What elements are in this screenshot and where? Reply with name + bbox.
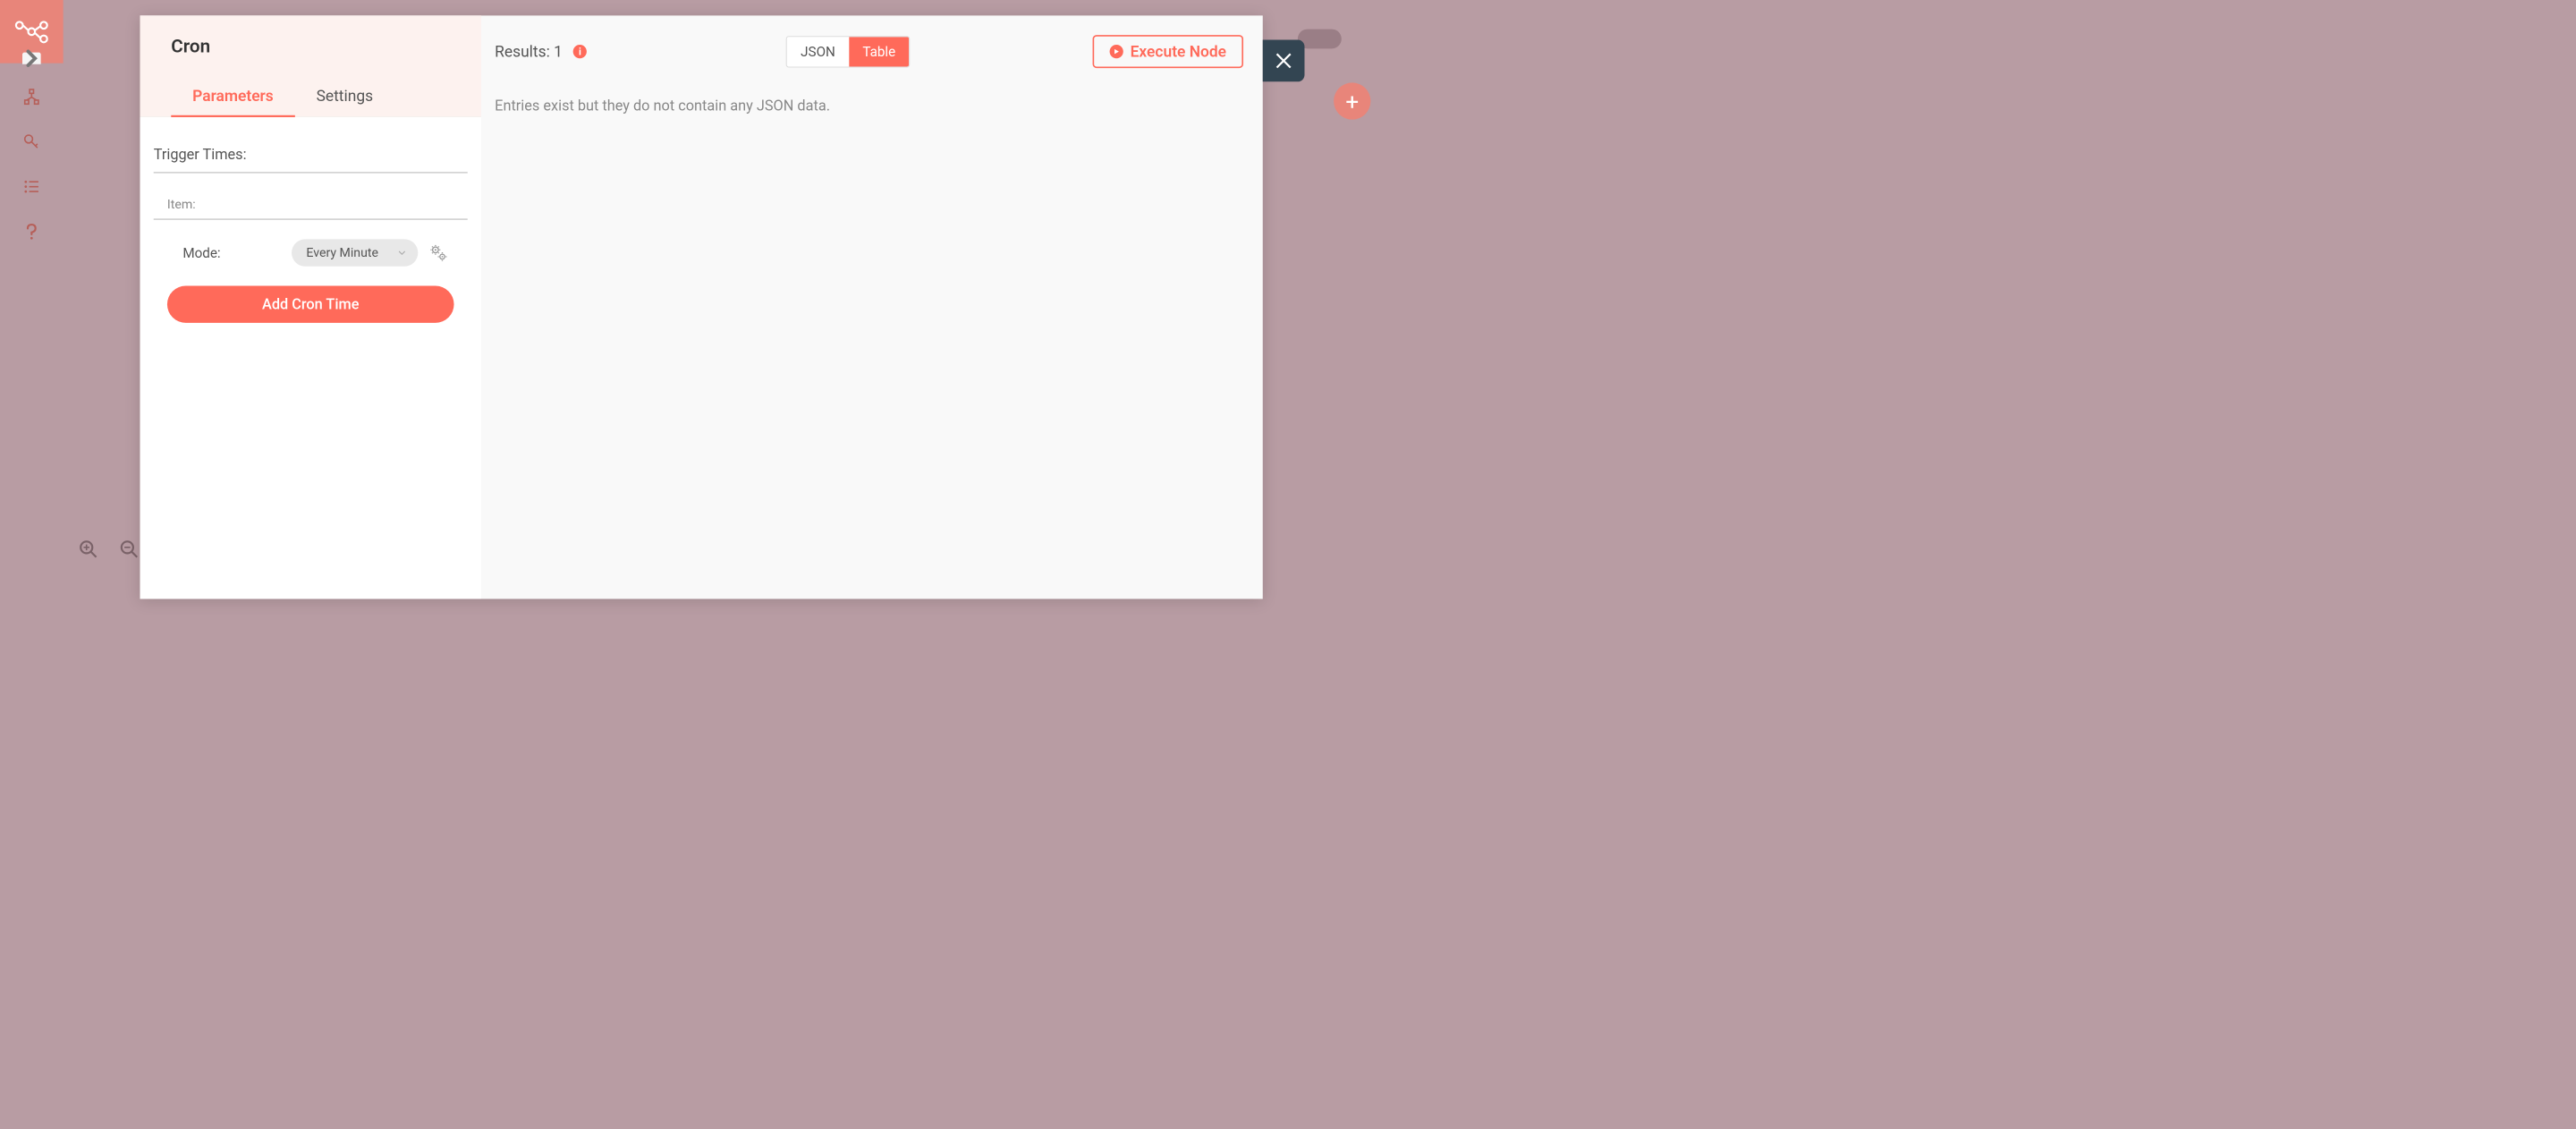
results-info-icon[interactable]: i [573,45,587,58]
sidebar-collapse-toggle[interactable] [22,53,41,64]
mode-field-row: Mode: Every Minute [154,220,468,286]
list-icon [23,178,41,196]
plus-icon: + [1345,88,1359,115]
results-panel: Results: 1 i JSON Table [481,15,1263,598]
results-header: Results: 1 i JSON Table [495,35,1243,68]
tab-settings-label: Settings [317,87,373,106]
tab-parameters[interactable]: Parameters [171,79,294,116]
view-json-button[interactable]: JSON [787,37,849,66]
question-icon [23,223,41,241]
zoom-out-button[interactable] [119,539,140,560]
key-icon [23,133,41,151]
node-title: Cron [171,36,481,57]
results-label-text: Results: [495,42,550,61]
sidebar-item-credentials[interactable] [21,132,42,153]
item-label: Item: [154,173,468,219]
node-config-panel: Cron Parameters Settings Trigger Times: … [140,15,480,598]
mode-label: Mode: [182,245,280,261]
execute-node-button[interactable]: Execute Node [1093,35,1243,68]
mode-options-button[interactable] [429,244,447,262]
results-empty-message: Entries exist but they do not contain an… [495,98,1243,115]
view-json-label: JSON [801,44,835,60]
mode-select[interactable]: Every Minute [292,239,418,266]
trigger-times-label: Trigger Times: [154,147,468,174]
sidebar-item-help[interactable] [21,221,42,242]
zoom-in-icon [79,539,98,559]
tab-parameters-label: Parameters [192,87,274,106]
app-logo[interactable] [0,0,64,64]
mode-select-value: Every Minute [306,245,378,259]
n8n-logo-icon [14,20,48,44]
view-table-label: Table [862,44,895,60]
gears-icon [429,244,447,262]
tab-settings[interactable]: Settings [295,79,394,116]
zoom-out-icon [120,539,140,559]
add-node-button[interactable]: + [1334,82,1370,119]
results-count: 1 [554,42,563,61]
node-editor-modal: Cron Parameters Settings Trigger Times: … [140,15,1262,598]
view-mode-toggle: JSON Table [786,36,911,67]
chevron-down-icon [398,249,407,258]
sidebar-item-workflows[interactable] [21,87,42,108]
add-cron-button-label: Add Cron Time [262,296,359,313]
close-modal-button[interactable] [1263,40,1305,82]
config-tabs: Parameters Settings [171,79,481,116]
zoom-in-button[interactable] [78,539,99,560]
chevron-right-icon [22,47,41,71]
app-sidebar [0,0,64,614]
play-icon [1110,45,1123,58]
workflow-icon [23,89,41,106]
view-table-button[interactable]: Table [849,37,909,66]
parameters-body: Trigger Times: Item: Mode: Every Minute [140,117,480,323]
add-cron-time-button[interactable]: Add Cron Time [167,286,454,323]
node-header: Cron Parameters Settings [140,15,480,117]
results-label: Results: 1 [495,42,563,61]
zoom-controls [78,539,140,560]
close-icon [1274,51,1293,71]
execute-button-label: Execute Node [1131,42,1226,61]
sidebar-item-executions[interactable] [21,176,42,198]
